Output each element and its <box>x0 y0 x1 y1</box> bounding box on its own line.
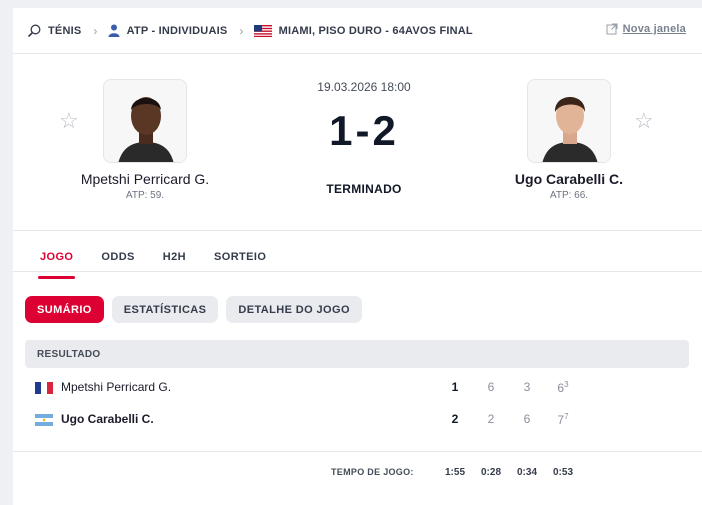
tab-sorteio[interactable]: SORTEIO <box>200 239 280 279</box>
usa-flag-icon <box>253 24 272 37</box>
favorite-star-icon[interactable]: ☆ <box>634 110 654 132</box>
match-score: 1-2 <box>329 107 399 154</box>
tennis-racket-icon <box>27 24 41 38</box>
away-player-name[interactable]: Ugo Carabelli C. <box>459 171 679 187</box>
external-link-icon <box>606 23 618 35</box>
result-set1: 6 <box>487 380 495 394</box>
match-time-set1: 0:28 <box>480 467 501 478</box>
chevron-right-icon: › <box>93 23 98 38</box>
away-player-photo[interactable] <box>527 79 611 163</box>
divider <box>13 271 702 272</box>
result-set1: 2 <box>487 412 495 426</box>
divider <box>13 230 702 231</box>
breadcrumb-category[interactable]: ATP - INDIVIDUAIS <box>108 24 228 37</box>
result-sets: 2 <box>451 412 459 426</box>
breadcrumb-sport-label: TÉNIS <box>48 24 82 37</box>
new-window-link[interactable]: Nova janela <box>606 23 686 35</box>
match-time-set3: 0:53 <box>552 467 573 478</box>
match-time-set2: 0:34 <box>516 467 537 478</box>
result-set3: 77 <box>557 412 569 427</box>
result-set3: 63 <box>557 380 569 395</box>
subtab-sumario[interactable]: SUMÁRIO <box>25 296 104 323</box>
tab-jogo[interactable]: JOGO <box>26 239 87 279</box>
tab-odds[interactable]: ODDS <box>87 239 148 279</box>
subtab-detalhe-do-jogo[interactable]: DETALHE DO JOGO <box>226 296 362 323</box>
result-row-home: Mpetshi Perricard G. 1 6 3 63 <box>13 377 702 397</box>
result-set2: 3 <box>523 380 531 394</box>
home-player-rank: ATP: 59. <box>125 190 165 201</box>
result-row-away: Ugo Carabelli C. 2 2 6 77 <box>13 409 702 429</box>
result-header: RESULTADO <box>25 340 689 368</box>
result-player-name[interactable]: Ugo Carabelli C. <box>61 412 154 426</box>
match-datetime: 19.03.2026 18:00 <box>317 80 411 94</box>
france-flag-icon <box>35 382 53 394</box>
match-status: TERMINADO <box>326 182 402 196</box>
person-icon <box>108 24 120 37</box>
divider <box>13 451 702 452</box>
tiebreak-score: 7 <box>564 412 569 421</box>
breadcrumb-tournament-label: MIAMI, PISO DURO - 64AVOS FINAL <box>278 24 473 37</box>
breadcrumb-category-label: ATP - INDIVIDUAIS <box>126 24 228 37</box>
subtab-estatisticas[interactable]: ESTATÍSTICAS <box>111 296 219 323</box>
breadcrumb: TÉNIS › ATP - INDIVIDUAIS › MIAMI, PISO … <box>13 8 702 54</box>
player-avatar-icon <box>104 80 186 162</box>
result-sets: 1 <box>451 380 459 394</box>
home-player-name[interactable]: Mpetshi Perricard G. <box>35 171 255 187</box>
result-set2: 6 <box>523 412 531 426</box>
player-avatar-icon <box>528 80 610 162</box>
match-time-total: 1:55 <box>444 467 465 478</box>
match-time-label: TEMPO DE JOGO: <box>331 467 414 477</box>
result-player-name[interactable]: Mpetshi Perricard G. <box>61 380 171 394</box>
match-card: TÉNIS › ATP - INDIVIDUAIS › MIAMI, PISO … <box>13 8 702 505</box>
tab-h2h[interactable]: H2H <box>149 239 200 279</box>
chevron-right-icon: › <box>239 23 244 38</box>
new-window-label: Nova janela <box>622 23 686 35</box>
summary-subtabs: SUMÁRIO ESTATÍSTICAS DETALHE DO JOGO <box>25 296 370 323</box>
away-player-rank: ATP: 66. <box>549 190 589 201</box>
favorite-star-icon[interactable]: ☆ <box>59 110 79 132</box>
match-tabs: JOGO ODDS H2H SORTEIO <box>26 239 280 279</box>
home-player-photo[interactable] <box>103 79 187 163</box>
breadcrumb-sport[interactable]: TÉNIS <box>27 24 81 38</box>
argentina-flag-icon <box>35 414 53 426</box>
breadcrumb-tournament[interactable]: MIAMI, PISO DURO - 64AVOS FINAL <box>253 24 473 37</box>
tiebreak-score: 3 <box>564 380 569 389</box>
